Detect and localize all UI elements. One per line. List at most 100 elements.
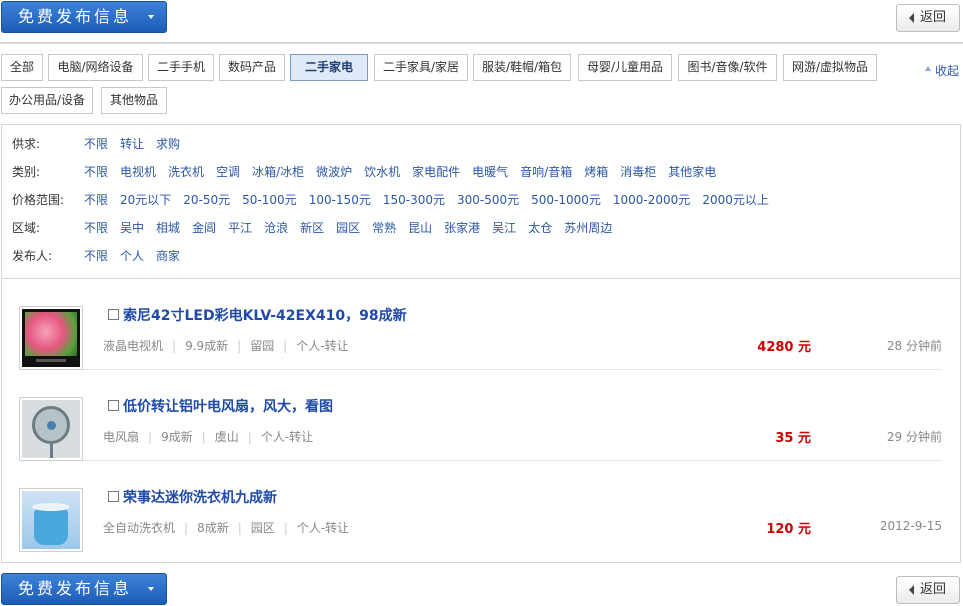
category-tab[interactable]: 数码产品 [219,54,285,81]
filter-option[interactable]: 转让 [120,137,144,151]
filter-option[interactable]: 1000-2000元 [613,193,690,207]
filter-label: 发布人: [12,249,53,263]
filter-options: 不限 20元以下 20-50元 50-100元 100-150元 150-300元 300-… [84,191,781,209]
filter-option[interactable]: 昆山 [408,221,432,235]
filter-option[interactable]: 20-50元 [183,193,230,207]
listing-poster: 个人-转让 [260,430,314,444]
filter-option[interactable]: 个人 [120,249,144,263]
listing-price: 35 元 [775,431,811,446]
filter-option[interactable]: 消毒柜 [620,165,656,179]
listing-price: 4280 元 [757,340,811,355]
category-tab[interactable]: 网游/虚拟物品 [783,54,877,81]
filter-option[interactable]: 20元以下 [120,193,171,207]
filter-option[interactable]: 不限 [84,193,108,207]
filter-option[interactable]: 不限 [84,165,108,179]
separator: | [283,339,288,353]
filter-option[interactable]: 苏州周边 [564,221,612,235]
category-tab[interactable]: 办公用品/设备 [1,87,93,114]
filter-option[interactable]: 微波炉 [316,165,352,179]
tv-photo [22,309,80,367]
listing-panel: 索尼42寸LED彩电KLV-42EX410，98成新 液晶电视机 | 9.9成新 | 留园… [1,279,961,563]
filter-option[interactable]: 电暖气 [472,165,508,179]
filter-option[interactable]: 吴中 [120,221,144,235]
listing-thumbnail[interactable] [19,306,83,370]
post-listing-label: 免费发布信息 [18,7,133,26]
listing-meta: 全自动洗衣机 | 8成新 | 园区 | 个人-转让 [103,519,349,536]
collapse-button[interactable]: 收起 [925,62,959,79]
category-tab[interactable]: 图书/音像/软件 [678,54,777,81]
back-button[interactable]: 返回 [896,4,960,32]
filter-option[interactable]: 张家港 [444,221,480,235]
filter-option[interactable]: 太仓 [528,221,552,235]
caret-down-icon [148,587,154,591]
category-tab[interactable]: 二手手机 [148,54,214,81]
separator: | [172,339,177,353]
filter-option[interactable]: 其他家电 [668,165,716,179]
filter-option[interactable]: 2000元以上 [702,193,769,207]
separator: | [247,430,252,444]
category-tab[interactable]: 全部 [1,54,43,81]
filter-option[interactable]: 音响/音箱 [520,165,572,179]
listing-thumbnail[interactable] [19,397,83,461]
filter-option[interactable]: 空调 [216,165,240,179]
filter-option[interactable]: 不限 [84,249,108,263]
listing-checkbox[interactable] [108,491,119,502]
category-tab[interactable]: 其他物品 [101,87,167,114]
filter-option[interactable]: 不限 [84,137,108,151]
post-listing-button[interactable]: 免费发布信息 [1,1,167,33]
listing-title[interactable]: 低价转让铝叶电风扇，风大，看图 [123,396,333,416]
filter-label: 区域: [12,221,41,235]
listing-thumbnail[interactable] [19,488,83,552]
filter-option[interactable]: 不限 [84,221,108,235]
separator: | [201,430,206,444]
filter-option[interactable]: 相城 [156,221,180,235]
filter-option[interactable]: 150-300元 [383,193,445,207]
listing-meta: 液晶电视机 | 9.9成新 | 留园 | 个人-转让 [103,337,349,354]
filter-option[interactable]: 家电配件 [412,165,460,179]
category-tab[interactable]: 母婴/儿童用品 [578,54,672,81]
category-tab[interactable]: 电脑/网络设备 [48,54,143,81]
listing-category: 电风扇 [103,430,140,444]
filter-option[interactable]: 吴江 [492,221,516,235]
filter-option[interactable]: 50-100元 [242,193,297,207]
filter-option[interactable]: 求购 [156,137,180,151]
listing-location: 虞山 [214,430,239,444]
filter-option[interactable]: 饮水机 [364,165,400,179]
listing-title[interactable]: 荣事达迷你洗衣机九成新 [123,487,277,507]
filter-option[interactable]: 300-500元 [457,193,519,207]
filter-option[interactable]: 园区 [336,221,360,235]
filter-option[interactable]: 冰箱/冰柜 [252,165,304,179]
filter-option[interactable]: 新区 [300,221,324,235]
separator: | [184,521,189,535]
arrow-left-icon [909,13,914,23]
listing-price: 120 元 [766,522,811,537]
listing-location: 留园 [250,339,275,353]
listing-title[interactable]: 索尼42寸LED彩电KLV-42EX410，98成新 [123,305,407,325]
filter-option[interactable]: 100-150元 [309,193,371,207]
category-tab[interactable]: 服装/鞋帽/箱包 [473,54,571,81]
listing-time: 29 分钟前 [886,430,942,444]
listing-checkbox[interactable] [108,309,119,320]
listing-item: 低价转让铝叶电风扇，风大，看图 电风扇 | 9成新 | 虞山 | 个人-转让 35 元 29 分钟… [19,370,942,461]
arrow-left-icon [909,585,914,595]
listing-checkbox[interactable] [108,400,119,411]
category-tab[interactable]: 二手家具/家居 [374,54,468,81]
back-label: 返回 [920,10,947,25]
separator: | [148,430,153,444]
filter-option[interactable]: 沧浪 [264,221,288,235]
caret-down-icon [148,15,154,19]
filter-option[interactable]: 电视机 [120,165,156,179]
filter-option[interactable]: 常熟 [372,221,396,235]
filter-option[interactable]: 商家 [156,249,180,263]
back-button-bottom[interactable]: 返回 [896,576,960,604]
filter-option[interactable]: 金阊 [192,221,216,235]
post-listing-button-bottom[interactable]: 免费发布信息 [1,573,167,605]
category-tab[interactable]: 二手家电 [290,54,368,81]
filter-option[interactable]: 平江 [228,221,252,235]
fan-photo [22,400,80,458]
filter-option[interactable]: 洗衣机 [168,165,204,179]
collapse-label: 收起 [935,64,960,78]
filter-option[interactable]: 烤箱 [584,165,608,179]
listing-category: 液晶电视机 [103,339,164,353]
filter-option[interactable]: 500-1000元 [531,193,601,207]
